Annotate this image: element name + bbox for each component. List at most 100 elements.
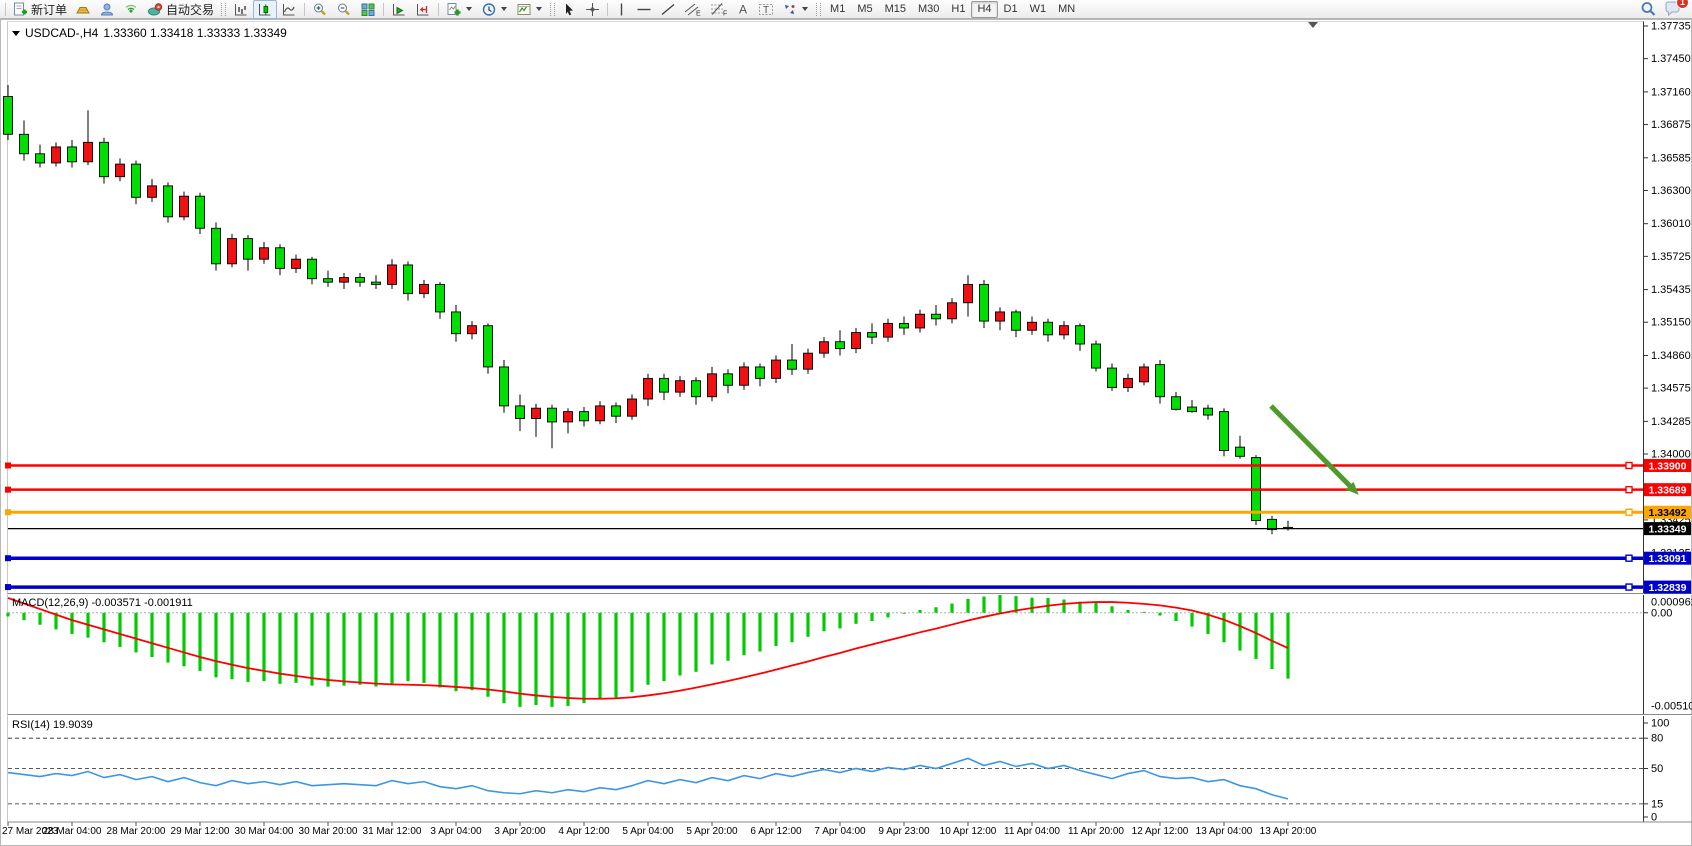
macd-bar — [326, 613, 329, 687]
horizontal-line-1.33900[interactable] — [5, 462, 1643, 468]
macd-bar — [102, 613, 105, 643]
horizontal-line-button[interactable] — [632, 0, 656, 19]
cursor-button[interactable] — [558, 0, 581, 19]
timeframe-d1-button[interactable]: D1 — [998, 1, 1024, 18]
time-tick-label: 3 Apr 20:00 — [494, 826, 546, 837]
signals-button[interactable] — [119, 0, 143, 19]
autotrade-button[interactable]: 自动交易 — [143, 0, 218, 19]
hline-left-handle[interactable] — [5, 509, 11, 515]
hline-right-handle[interactable] — [1626, 509, 1632, 515]
hline-left-handle[interactable] — [5, 462, 11, 468]
up-candle — [532, 408, 541, 418]
time-tick-label: 30 Mar 20:00 — [299, 826, 358, 837]
trendline-button[interactable] — [656, 0, 680, 19]
new-order-button[interactable]: 新订单 — [9, 0, 71, 19]
arrows-button[interactable] — [778, 0, 813, 19]
chart-canvas[interactable]: 27 Mar 202328 Mar 04:0028 Mar 20:0029 Ma… — [0, 0, 1692, 846]
up-candle — [340, 278, 349, 283]
up-candle — [1060, 326, 1069, 335]
hline-left-handle[interactable] — [5, 555, 11, 561]
timeframe-m1-button[interactable]: M1 — [824, 1, 851, 18]
auto-scroll-button[interactable] — [387, 0, 411, 19]
down-candle — [356, 278, 365, 283]
up-candle — [116, 164, 125, 177]
macd-bar — [550, 613, 553, 707]
zoom-out-button[interactable] — [332, 0, 356, 19]
trend-arrow-annotation[interactable] — [1271, 406, 1359, 495]
chart-window-border — [1, 20, 1692, 846]
symbol-dropdown-icon[interactable] — [12, 31, 20, 36]
macd-bar — [1158, 613, 1161, 616]
down-candle — [1236, 447, 1245, 456]
macd-bar — [198, 613, 201, 671]
hline-left-handle[interactable] — [5, 584, 11, 590]
macd-bar — [998, 595, 1001, 613]
price-tick-label: 1.34285 — [1651, 416, 1691, 428]
channel-button[interactable]: E — [680, 0, 706, 19]
timeframe-h4-button[interactable]: H4 — [971, 1, 997, 18]
time-tick-label: 28 Mar 20:00 — [107, 826, 166, 837]
hline-right-handle[interactable] — [1626, 487, 1632, 493]
timeframe-m30-button[interactable]: M30 — [912, 1, 945, 18]
up-candle — [772, 360, 781, 378]
down-candle — [20, 134, 29, 153]
text-label-button[interactable]: T — [754, 0, 778, 19]
up-candle — [1140, 367, 1149, 382]
hline-right-handle[interactable] — [1626, 584, 1632, 590]
periods-button[interactable] — [477, 0, 512, 19]
macd-bar — [342, 613, 345, 686]
timeframe-m15-button[interactable]: M15 — [879, 1, 912, 18]
zoom-in-icon — [312, 2, 328, 17]
down-candle — [500, 367, 509, 406]
templates-button[interactable] — [512, 0, 547, 19]
macd-bar — [182, 613, 185, 667]
up-candle — [180, 196, 189, 217]
down-candle — [900, 323, 909, 328]
hline-left-handle[interactable] — [5, 487, 11, 493]
notifications-button[interactable]: 1 — [1664, 1, 1682, 17]
fibonacci-button[interactable]: F — [706, 0, 732, 19]
macd-bar — [1142, 612, 1145, 613]
horizontal-line-1.33689[interactable] — [5, 487, 1643, 493]
tile-windows-button[interactable] — [356, 0, 380, 19]
macd-bar — [1030, 598, 1033, 613]
text-button[interactable]: A — [732, 0, 754, 19]
horizontal-line-1.33091[interactable] — [5, 555, 1643, 561]
timeframe-w1-button[interactable]: W1 — [1024, 1, 1053, 18]
symbol-ohlc: 1.33360 1.33418 1.33333 1.33349 — [103, 26, 287, 40]
search-button[interactable] — [1640, 1, 1657, 17]
candlestick-chart-button[interactable] — [253, 0, 277, 19]
horizontal-line-1.32839[interactable] — [5, 584, 1643, 590]
market-watch-button[interactable] — [71, 0, 95, 19]
chart-shift-marker[interactable] — [1308, 22, 1318, 28]
timeframe-h1-button[interactable]: H1 — [945, 1, 971, 18]
timeframe-mn-button[interactable]: MN — [1052, 1, 1081, 18]
time-tick-label: 11 Apr 20:00 — [1068, 826, 1124, 837]
chart-shift-button[interactable] — [411, 0, 435, 19]
time-tick-label: 3 Apr 04:00 — [430, 826, 482, 837]
zoom-out-icon — [336, 2, 352, 17]
toolbar-grip — [221, 3, 226, 16]
bar-chart-button[interactable] — [229, 0, 253, 19]
hline-right-handle[interactable] — [1626, 462, 1632, 468]
timeframe-m5-button[interactable]: M5 — [851, 1, 878, 18]
price-badge-label: 1.32839 — [1649, 582, 1687, 594]
macd-bar — [486, 613, 489, 697]
crosshair-button[interactable] — [581, 0, 604, 19]
macd-bar — [1206, 613, 1209, 634]
vertical-line-button[interactable] — [611, 0, 632, 19]
svg-text:A: A — [739, 2, 747, 16]
down-candle — [372, 282, 381, 284]
down-candle — [1172, 397, 1181, 410]
price-badge-label: 1.33091 — [1649, 553, 1687, 565]
macd-bar — [1286, 613, 1289, 679]
up-candle — [948, 303, 957, 319]
community-button[interactable] — [95, 0, 119, 19]
indicators-button[interactable] — [442, 0, 477, 19]
up-candle — [148, 186, 157, 197]
zoom-in-button[interactable] — [308, 0, 332, 19]
hline-right-handle[interactable] — [1626, 555, 1632, 561]
horizontal-line-1.33492[interactable] — [5, 509, 1643, 515]
down-candle — [436, 284, 445, 312]
line-chart-button[interactable] — [277, 0, 301, 19]
